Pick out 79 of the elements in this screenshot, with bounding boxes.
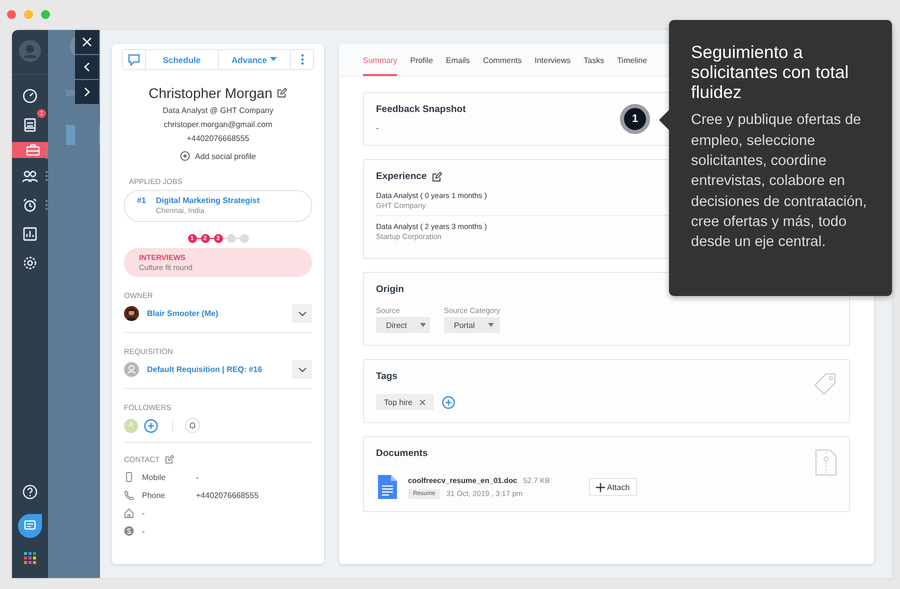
phone-icon [124, 490, 134, 500]
feedback-button[interactable] [123, 50, 145, 69]
contact-value: - [142, 526, 145, 536]
tab[interactable]: Interviews [534, 44, 571, 76]
previous-button[interactable] [75, 55, 99, 79]
contact-label: Mobile [142, 472, 167, 482]
add-social-profile-link[interactable]: Add social profile [180, 151, 256, 161]
gauge-icon [22, 88, 38, 104]
select-field[interactable]: Portal [444, 317, 500, 333]
drag-handle-icon[interactable] [45, 148, 48, 160]
tab[interactable]: Tasks [584, 44, 604, 76]
section-title: Experience [376, 171, 427, 182]
tag-icon [813, 372, 837, 396]
document-icon [378, 475, 397, 499]
chevron-down-icon [298, 366, 306, 372]
document-icon [22, 116, 38, 132]
tab[interactable]: Emails [446, 44, 470, 76]
mobile-phone-icon [124, 472, 134, 482]
speech-bubble-icon [128, 54, 140, 66]
tab[interactable]: Timeline [617, 44, 648, 76]
user-avatar-icon [124, 362, 139, 377]
contact-value: +4402076668555 [196, 490, 259, 500]
tab[interactable]: Profile [410, 44, 433, 76]
tooltip-title: Seguimiento a solicitantes con total fluidez [691, 42, 850, 102]
close-button[interactable] [75, 30, 99, 54]
more-icon [300, 54, 304, 65]
next-button[interactable] [75, 80, 99, 104]
close-icon [82, 37, 92, 47]
chat-button[interactable] [18, 514, 42, 538]
section-title: Documents [376, 448, 428, 459]
zip-file-icon [815, 449, 837, 476]
chevron-right-icon [82, 87, 92, 97]
chevron-left-icon [82, 62, 92, 72]
add-follower-button[interactable] [144, 418, 158, 432]
owner-dropdown-button[interactable] [292, 304, 312, 323]
requisition-dropdown-button[interactable] [292, 360, 312, 379]
section-title: Feedback Snapshot [376, 104, 466, 115]
contact-value: - [142, 508, 145, 518]
bar-chart-icon [22, 226, 38, 242]
alarm-clock-icon [22, 196, 38, 212]
owner-name[interactable]: Blair Smooter (Me) [147, 309, 284, 318]
attach-button[interactable]: Attach [589, 478, 637, 496]
add-tag-button[interactable] [442, 396, 456, 408]
remove-icon[interactable] [419, 398, 426, 406]
close-window-button[interactable] [7, 10, 16, 19]
candidate-name: Christopher Morgan [148, 85, 272, 101]
notification-bell-button[interactable] [185, 418, 200, 433]
candidate-headline: Data Analyst @ GHT Company [162, 106, 274, 115]
tooltip-body: Cree y publique ofertas de empleo, seleccione solicitantes, coordine entrevistas, colabore en decisiones de contratación, cree ofertas y más, todo desde un eje central. [691, 111, 868, 252]
caret-icon [270, 57, 277, 62]
contact-value: - [196, 472, 199, 482]
requisition-name[interactable]: Default Requisition | REQ: #16 [147, 365, 284, 374]
section-title: Origin [376, 284, 404, 295]
contact-label: Phone [142, 490, 166, 500]
caret-icon [488, 322, 494, 328]
apps-grid-icon[interactable] [24, 552, 36, 564]
edit-icon[interactable] [432, 172, 442, 182]
chevron-down-icon [298, 310, 306, 316]
job-title-link[interactable]: Digital Marketing Strategist [156, 196, 260, 205]
section-title: Tags [376, 371, 398, 382]
help-icon[interactable] [22, 484, 38, 500]
skype-icon [124, 526, 134, 536]
caret-icon [420, 322, 426, 328]
tag-chip[interactable]: Top hire [376, 394, 434, 410]
more-button[interactable] [291, 50, 313, 69]
select-field[interactable]: Direct [376, 317, 430, 333]
plus-icon [596, 482, 605, 492]
candidate-email: christoper.morgan@gmail.com [164, 120, 272, 129]
settings-icon [22, 254, 38, 270]
tab[interactable]: Comments [482, 44, 522, 76]
candidate-phone: +4402076668555 [186, 134, 250, 143]
drag-handle-icon[interactable] [45, 170, 48, 182]
job-number: #1 [137, 196, 146, 207]
edit-icon[interactable] [277, 88, 288, 98]
feedback-value: - [376, 123, 379, 133]
briefcase-icon [25, 142, 41, 158]
plus-circle-icon [180, 151, 190, 161]
home-icon [124, 508, 134, 518]
drag-handle-icon[interactable] [45, 199, 48, 211]
